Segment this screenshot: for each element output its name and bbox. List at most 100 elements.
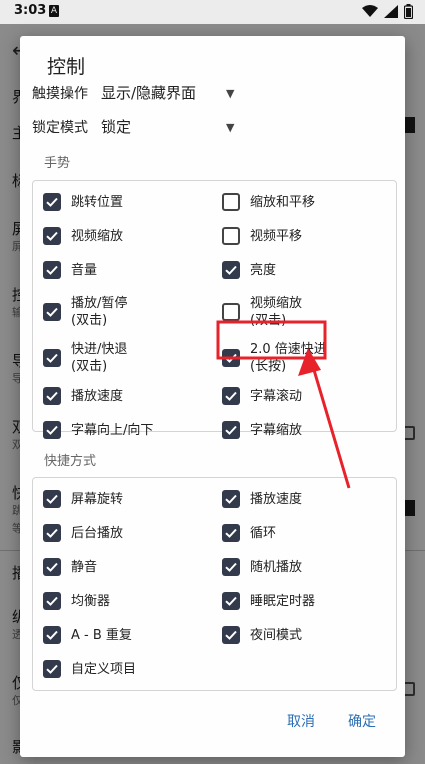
battery-icon — [404, 4, 413, 19]
signal-icon — [384, 5, 398, 18]
checkbox-checked-icon[interactable] — [222, 421, 240, 439]
checkbox-checked-icon[interactable] — [43, 524, 61, 542]
checkbox-label: 音量 — [71, 262, 97, 279]
checkbox-label-text: 夜间模式 — [250, 627, 303, 643]
checkbox-item[interactable]: 字幕滚动 — [222, 387, 302, 405]
checkbox-checked-icon[interactable] — [43, 626, 61, 644]
checkbox-item[interactable]: 亮度 — [222, 261, 276, 279]
checkbox-item[interactable]: 2.0 倍速快进 (长按) — [222, 341, 327, 375]
checkbox-item[interactable]: 视频缩放 — [43, 227, 123, 245]
checkbox-item[interactable]: 随机播放 — [222, 558, 302, 576]
checkbox-label: 快进/快退 (双击) — [71, 341, 127, 375]
checkbox-item[interactable]: 字幕向上/向下 — [43, 421, 153, 439]
checkbox-item[interactable]: 静音 — [43, 558, 97, 576]
checkbox-label-text: 视频平移 — [250, 228, 303, 244]
dropdown-arrow-icon[interactable]: ▼ — [226, 87, 234, 100]
checkbox-label-text: 视频缩放 — [71, 228, 124, 244]
checkbox-item[interactable]: 播放速度 — [222, 490, 302, 508]
checkbox-item[interactable]: 快进/快退 (双击) — [43, 341, 127, 375]
checkbox-item[interactable]: 视频平移 — [222, 227, 302, 245]
checkbox-checked-icon[interactable] — [43, 660, 61, 678]
checkbox-item[interactable]: 睡眠定时器 — [222, 592, 315, 610]
checkbox-label: 字幕缩放 — [250, 422, 302, 439]
checkbox-label-text: 播放/暂停 — [71, 296, 128, 311]
checkbox-unchecked-icon[interactable] — [222, 227, 240, 245]
checkbox-label-text: 自定义项目 — [71, 661, 137, 677]
checkbox-label-subtext: (双击) — [250, 313, 287, 328]
checkbox-checked-icon[interactable] — [222, 626, 240, 644]
checkbox-label-text: 循环 — [250, 525, 277, 541]
checkbox-checked-icon[interactable] — [43, 227, 61, 245]
checkbox-item[interactable]: 播放/暂停 (双击) — [43, 295, 127, 329]
status-icons — [362, 4, 413, 19]
checkbox-label: 播放速度 — [250, 491, 302, 508]
checkbox-checked-icon[interactable] — [222, 592, 240, 610]
checkbox-checked-icon[interactable] — [43, 421, 61, 439]
checkbox-checked-icon[interactable] — [222, 490, 240, 508]
checkbox-item[interactable]: 自定义项目 — [43, 660, 136, 678]
checkbox-label-text: 快进/快退 — [71, 342, 128, 357]
checkbox-label: 跳转位置 — [71, 194, 123, 211]
checkbox-label: A - B 重复 — [71, 627, 132, 644]
checkbox-label-text: 均衡器 — [71, 593, 111, 609]
gestures-section-title: 手势 — [44, 156, 71, 171]
touch-action-dropdown[interactable]: 显示/隐藏界面 — [101, 82, 196, 103]
checkbox-checked-icon[interactable] — [222, 387, 240, 405]
checkbox-checked-icon[interactable] — [43, 193, 61, 211]
checkbox-label-text: 随机播放 — [250, 559, 303, 575]
checkbox-label-subtext: (长按) — [250, 359, 287, 374]
checkbox-checked-icon[interactable] — [43, 303, 61, 321]
checkbox-checked-icon[interactable] — [43, 261, 61, 279]
dialog-title: 控制 — [47, 56, 86, 78]
checkbox-label-subtext: (双击) — [71, 313, 108, 328]
checkbox-item[interactable]: 跳转位置 — [43, 193, 123, 211]
checkbox-item[interactable]: 缩放和平移 — [222, 193, 315, 211]
checkbox-label-text: 视频缩放 — [250, 296, 303, 311]
checkbox-label: 2.0 倍速快进 (长按) — [250, 341, 327, 375]
checkbox-item[interactable]: 视频缩放 (双击) — [222, 295, 302, 329]
checkbox-label-text: 音量 — [71, 262, 98, 278]
checkbox-item[interactable]: A - B 重复 — [43, 626, 132, 644]
lock-mode-dropdown[interactable]: 锁定 — [101, 116, 131, 137]
checkbox-item[interactable]: 播放速度 — [43, 387, 123, 405]
cancel-button[interactable]: 取消 — [287, 711, 315, 731]
checkbox-label-text: 播放速度 — [71, 388, 124, 404]
checkbox-label: 自定义项目 — [71, 661, 136, 678]
checkbox-checked-icon[interactable] — [43, 490, 61, 508]
status-time: 3:03 — [14, 3, 47, 18]
checkbox-item[interactable]: 夜间模式 — [222, 626, 302, 644]
checkbox-checked-icon[interactable] — [43, 349, 61, 367]
checkbox-label: 播放/暂停 (双击) — [71, 295, 127, 329]
checkbox-checked-icon[interactable] — [43, 558, 61, 576]
checkbox-label: 缩放和平移 — [250, 194, 315, 211]
checkbox-unchecked-icon[interactable] — [222, 303, 240, 321]
checkbox-item[interactable]: 后台播放 — [43, 524, 123, 542]
checkbox-checked-icon[interactable] — [222, 524, 240, 542]
checkbox-checked-icon[interactable] — [43, 387, 61, 405]
status-bar: 3:03 A — [0, 0, 425, 24]
checkbox-item[interactable]: 均衡器 — [43, 592, 110, 610]
notification-icon: A — [49, 5, 59, 17]
checkbox-label-text: 跳转位置 — [71, 194, 124, 210]
checkbox-label-text: 屏幕旋转 — [71, 491, 124, 507]
checkbox-checked-icon[interactable] — [222, 558, 240, 576]
checkbox-label: 字幕滚动 — [250, 388, 302, 405]
checkbox-checked-icon[interactable] — [43, 592, 61, 610]
checkbox-label-text: 后台播放 — [71, 525, 124, 541]
checkbox-checked-icon[interactable] — [222, 261, 240, 279]
ok-button[interactable]: 确定 — [348, 711, 376, 731]
checkbox-label: 视频缩放 — [71, 228, 123, 245]
checkbox-label-text: 2.0 倍速快进 — [250, 342, 327, 357]
checkbox-unchecked-icon[interactable] — [222, 193, 240, 211]
checkbox-label: 视频缩放 (双击) — [250, 295, 302, 329]
checkbox-label: 静音 — [71, 559, 97, 576]
checkbox-label-text: 字幕缩放 — [250, 422, 303, 438]
checkbox-checked-icon[interactable] — [222, 349, 240, 367]
dropdown-arrow-icon[interactable]: ▼ — [226, 121, 234, 134]
checkbox-label: 亮度 — [250, 262, 276, 279]
checkbox-item[interactable]: 音量 — [43, 261, 97, 279]
checkbox-item[interactable]: 循环 — [222, 524, 276, 542]
checkbox-item[interactable]: 字幕缩放 — [222, 421, 302, 439]
checkbox-label-text: 缩放和平移 — [250, 194, 316, 210]
checkbox-item[interactable]: 屏幕旋转 — [43, 490, 123, 508]
